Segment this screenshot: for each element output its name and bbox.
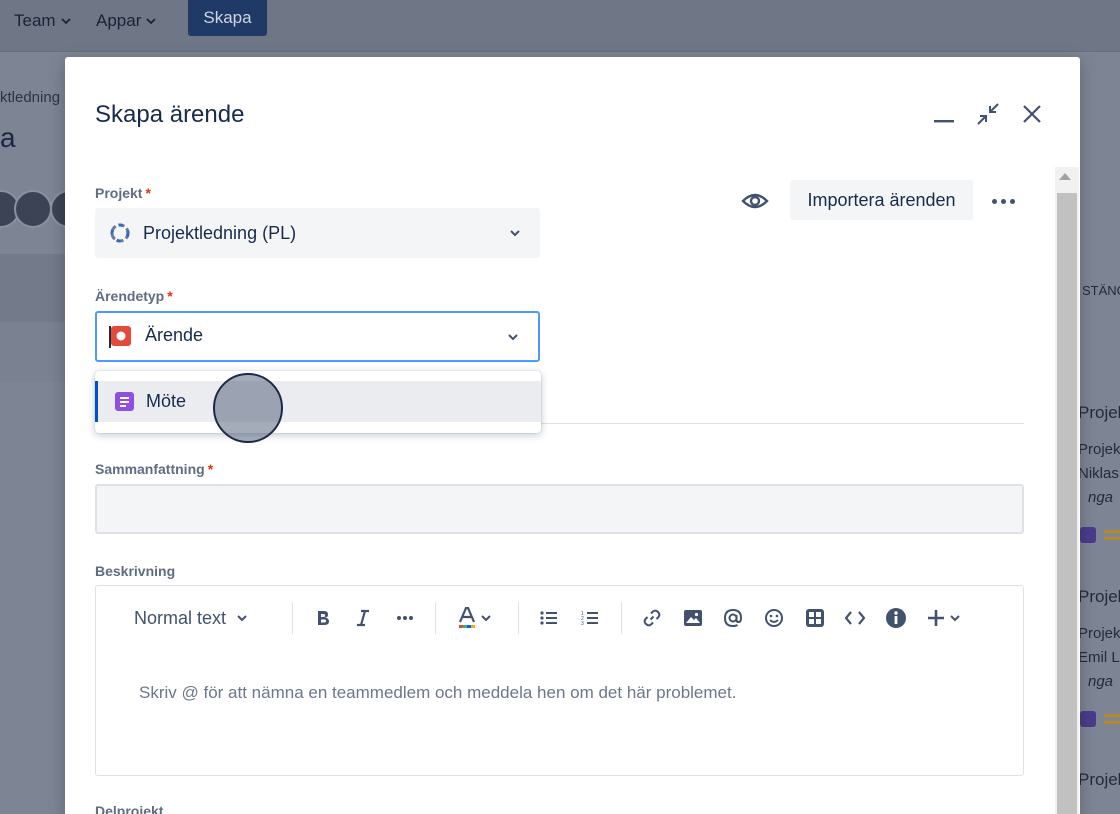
minimize-icon[interactable] — [931, 101, 957, 127]
text-style-dropdown[interactable]: Normal text — [134, 604, 264, 632]
chevron-down-icon — [481, 615, 491, 622]
nav-team[interactable]: Team — [14, 6, 72, 36]
avatar[interactable] — [14, 190, 52, 228]
toolbar-separator — [621, 602, 622, 634]
nav-apps-label: Appar — [96, 11, 142, 30]
close-icon[interactable] — [1019, 101, 1045, 127]
bullet-list-icon[interactable] — [536, 604, 562, 632]
chevron-down-icon — [950, 615, 960, 622]
import-issues-button[interactable]: Importera ärenden — [790, 180, 973, 220]
numbered-list-icon[interactable]: 123 — [577, 604, 603, 632]
text-color-icon[interactable] — [454, 604, 496, 632]
project-avatar-icon — [110, 223, 130, 243]
required-mark: * — [207, 461, 214, 477]
scrollbar[interactable] — [1055, 167, 1079, 814]
chevron-down-icon — [508, 334, 518, 341]
table-icon[interactable] — [802, 604, 828, 632]
scrollbar-thumb[interactable] — [1057, 193, 1077, 814]
project-label: Projekt * — [95, 185, 151, 201]
project-label-text: Projekt — [95, 185, 143, 201]
issue-type-select[interactable]: Ärende — [95, 311, 540, 362]
insert-plus-icon[interactable] — [924, 604, 964, 632]
summary-input[interactable] — [95, 484, 1024, 534]
summary-label: Sammanfattning * — [95, 461, 213, 477]
card-title: Projek — [1078, 770, 1120, 789]
card-line: Niklas — [1078, 465, 1119, 482]
svg-text:3: 3 — [581, 621, 584, 626]
text-style-label: Normal text — [134, 607, 227, 628]
card-line: Emil L — [1078, 649, 1120, 666]
card-line: nga — [1088, 489, 1114, 506]
issue-type-label-text: Ärendetyp — [95, 288, 165, 304]
column-header: STÄNG — [1082, 283, 1120, 298]
toolbar-separator — [435, 602, 436, 634]
chevron-down-icon — [237, 615, 247, 622]
meeting-icon — [115, 392, 134, 411]
board-row-band — [0, 322, 66, 382]
card-title: Projek — [1078, 587, 1120, 606]
issue-type-icon — [111, 326, 131, 346]
emoji-icon[interactable] — [761, 604, 787, 632]
description-placeholder: Skriv @ för att nämna en teammedlem och … — [139, 683, 737, 702]
subproject-label: Delprojekt — [95, 803, 164, 814]
issue-type-option-meeting[interactable]: Möte — [95, 381, 541, 422]
page-title: a — [0, 122, 16, 153]
card-title: Projek — [1078, 403, 1120, 422]
chevron-down-icon — [60, 18, 71, 25]
board-header-band — [0, 254, 66, 322]
scroll-up-arrow[interactable] — [1059, 173, 1071, 180]
mention-icon[interactable] — [720, 604, 746, 632]
breadcrumb: ktledning — [0, 89, 61, 106]
card-line: nga — [1088, 673, 1114, 690]
create-button[interactable]: Skapa — [188, 0, 267, 36]
project-select-value: Projektledning (PL) — [143, 222, 297, 243]
card-line: Projek — [1078, 625, 1120, 642]
italic-icon[interactable] — [350, 604, 376, 632]
priority-medium-icon — [1104, 714, 1120, 724]
required-mark: * — [167, 288, 173, 304]
required-mark: * — [145, 185, 151, 201]
description-editor[interactable]: Normal text 123 Skriv @ för att nämna en… — [95, 585, 1024, 776]
card-line: Projek — [1078, 441, 1120, 458]
touch-indicator — [213, 373, 283, 443]
bold-icon[interactable] — [310, 604, 336, 632]
code-icon[interactable] — [842, 604, 868, 632]
option-label: Möte — [146, 391, 187, 411]
nav-team-label: Team — [14, 11, 56, 30]
link-icon[interactable] — [639, 604, 665, 632]
more-options-icon[interactable] — [985, 187, 1021, 215]
chevron-down-icon — [146, 18, 157, 25]
info-panel-icon[interactable] — [883, 604, 909, 632]
issue-type-value: Ärende — [145, 325, 204, 345]
project-select[interactable]: Projektledning (PL) — [95, 208, 540, 258]
top-navigation: Team Appar Skapa — [0, 0, 1120, 52]
create-issue-dialog: Skapa ärende Projekt * Projektledning (PL… — [65, 57, 1080, 814]
issue-type-label: Ärendetyp * — [95, 288, 173, 304]
priority-medium-icon — [1104, 530, 1120, 540]
issue-type-dropdown: Möte — [95, 371, 541, 433]
collapse-icon[interactable] — [975, 101, 1001, 127]
toolbar-separator — [518, 602, 519, 634]
watch-eye-icon[interactable] — [738, 184, 772, 218]
board-column-right — [1080, 52, 1120, 814]
description-label: Beskrivning — [95, 563, 176, 579]
story-icon — [1080, 711, 1096, 727]
dialog-title: Skapa ärende — [95, 101, 245, 128]
toolbar-separator — [292, 602, 293, 634]
nav-apps[interactable]: Appar — [96, 6, 157, 36]
summary-label-text: Sammanfattning — [95, 461, 205, 477]
chevron-down-icon — [510, 230, 520, 237]
more-formatting-icon[interactable] — [392, 604, 418, 632]
image-icon[interactable] — [680, 604, 706, 632]
story-icon — [1080, 527, 1096, 543]
